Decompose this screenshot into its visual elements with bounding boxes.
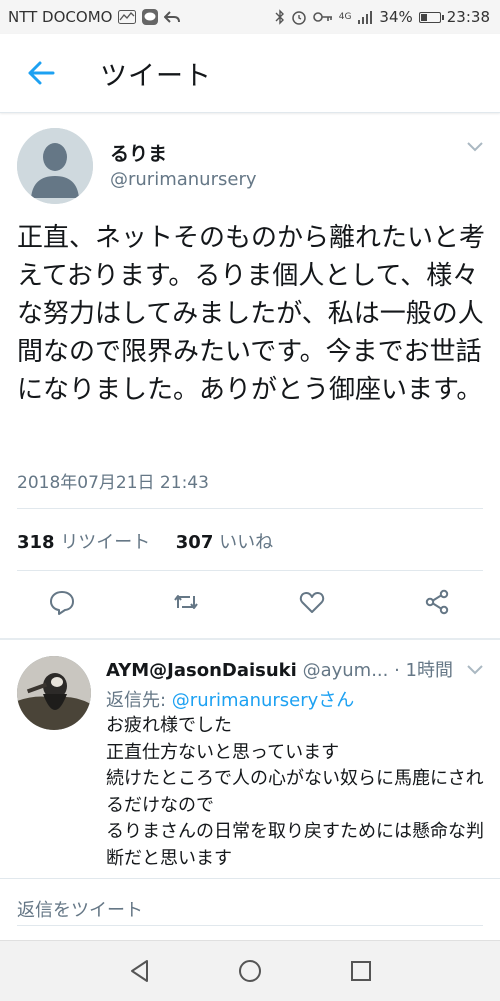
section-divider [0,638,500,640]
like-label[interactable]: いいね [219,532,273,553]
home-circle-icon[interactable] [236,957,264,985]
page-title: ツイート [100,61,212,92]
reply-handle[interactable]: @ayum... [303,660,389,681]
reply-header: AYM@JasonDaisuki @ayum... · 1時間 [106,656,490,682]
network-type: 4G [338,12,352,22]
status-right: 4G 34% 23:38 [275,0,490,34]
battery-percent: 34% [379,8,413,26]
reply-icon[interactable] [48,588,76,616]
chevron-down-icon[interactable] [466,662,484,676]
tweet-actions [0,588,500,624]
reply-text: お疲れ様でした 正直仕方ないと思っています 続けたところで人の心がない奴らに馬鹿… [106,715,484,869]
default-user-icon [17,128,93,204]
retweet-label[interactable]: リツイート [60,532,150,553]
signal-icon [358,11,373,24]
battery-icon [418,11,444,23]
reply-avatar[interactable] [17,656,91,730]
reply-time: · 1時間 [394,660,453,681]
back-triangle-icon[interactable] [126,957,154,985]
divider [17,508,483,509]
battery-fill [420,13,427,21]
retweet-icon[interactable] [172,588,200,616]
recents-square-icon[interactable] [347,957,375,985]
retweet-count[interactable]: 318 [17,532,55,553]
alarm-icon [291,11,306,25]
carrier-label: NTT DOCOMO [8,8,113,26]
like-icon[interactable] [298,588,326,616]
reply-to-link[interactable]: @rurimanurseryさん [172,690,355,711]
user-handle[interactable]: @rurimanursery [110,169,257,190]
arrow-left-icon[interactable] [26,58,56,88]
app-header: ツイート [0,34,500,113]
status-bar: NTT DOCOMO 4G 34% 23:38 [0,0,500,34]
tweet-timestamp: 2018年07月21日 21:43 [17,473,209,493]
display-name[interactable]: るりま [110,139,167,166]
tweet-text: 正直、ネットそのものから離れたいと考えております。るりま個人として、様々な努力は… [17,223,486,405]
tweet-stats: 318 リツイート 307 いいね [17,528,273,554]
clock: 23:38 [446,8,490,26]
like-count[interactable]: 307 [176,532,214,553]
line-app-icon [142,9,159,25]
activity-icon [118,10,137,24]
bluetooth-icon [275,9,284,25]
reply-arrow-icon [164,11,181,23]
compose-bar [0,879,500,939]
reply-to: 返信先: @rurimanurseryさん [106,686,354,712]
reply-compose-input[interactable] [17,895,483,926]
share-icon[interactable] [423,588,451,616]
avatar[interactable] [17,128,93,204]
avatar-image [17,656,91,730]
divider [17,570,483,571]
key-icon [312,12,332,22]
reply-display-name[interactable]: AYM@JasonDaisuki [106,660,297,681]
status-left: NTT DOCOMO [8,0,181,34]
chevron-down-icon[interactable] [466,139,484,153]
reply-to-prefix: 返信先: [106,690,172,711]
android-nav-bar [0,940,500,1001]
